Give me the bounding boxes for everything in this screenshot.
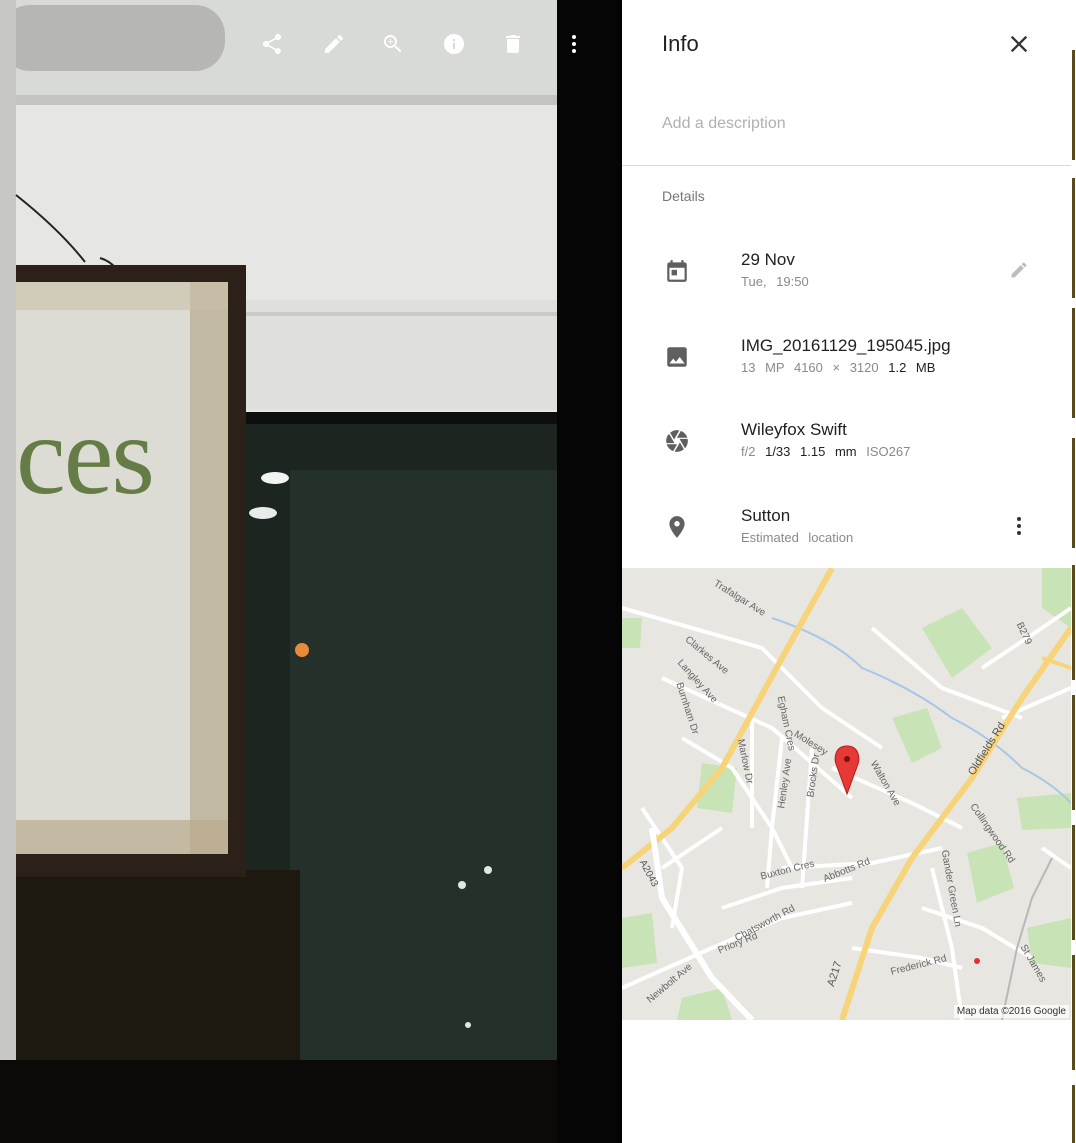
edge-mark [1072, 955, 1075, 1070]
edit-button[interactable] [316, 26, 352, 62]
share-icon [263, 34, 281, 54]
file-size: 1.2 MB [888, 360, 936, 375]
more-options-button[interactable] [556, 26, 592, 62]
camera-model: Wileyfox Swift [741, 420, 847, 439]
panel-title: Info [662, 31, 699, 56]
camera-focal-length: 1.15 mm [800, 444, 857, 459]
details-heading: Details [662, 188, 705, 204]
edge-mark [1072, 565, 1075, 680]
zoom-button[interactable] [375, 26, 411, 62]
edge-mark [1072, 438, 1075, 548]
viewer-toolbar [0, 0, 620, 88]
sign-text: ces [16, 394, 155, 518]
info-button[interactable] [436, 26, 472, 62]
file-meta: 13 MP 4160 × 3120 1.2 MB [741, 360, 935, 375]
camera-iso: ISO267 [866, 444, 911, 459]
calendar-icon [664, 258, 690, 284]
date-primary: 29 Nov [741, 250, 795, 269]
edge-mark [1072, 1085, 1075, 1143]
file-resolution: 4160 × 3120 [793, 360, 879, 375]
aperture-icon [664, 428, 690, 454]
delete-button[interactable] [495, 26, 531, 62]
description-input[interactable] [662, 110, 1032, 138]
zoom-in-icon [383, 35, 402, 53]
file-row: IMG_20161129_195045.jpg 13 MP 4160 × 312… [622, 336, 1071, 396]
edit-date-button[interactable] [1005, 256, 1033, 284]
divider [622, 165, 1071, 166]
pencil-icon [1011, 262, 1027, 278]
location-pin-icon [664, 514, 690, 540]
edge-mark [1072, 50, 1075, 160]
file-megapixels: 13 MP [741, 360, 785, 375]
edge-mark [1072, 178, 1075, 298]
location-map[interactable]: Trafalgar Ave Clarkes Ave Langley Ave Bu… [622, 568, 1071, 1020]
delete-icon [506, 35, 520, 53]
file-name: IMG_20161129_195045.jpg [741, 336, 951, 355]
photo [0, 0, 620, 1143]
map-attribution: Map data ©2016 Google [953, 1005, 1069, 1018]
location-secondary: Estimated location [741, 530, 854, 545]
share-button[interactable] [254, 26, 290, 62]
info-panel: Info Details 29 Nov Tue, 19:50 IMG_20161… [622, 0, 1071, 1143]
info-icon [444, 34, 464, 54]
close-button[interactable] [1005, 30, 1033, 58]
more-vert-icon [572, 35, 576, 53]
location-name: Sutton [741, 506, 791, 525]
edge-mark [1072, 695, 1075, 810]
edit-icon [325, 34, 343, 53]
more-vert-icon [1017, 517, 1021, 535]
photo-viewer: ces [0, 0, 620, 1143]
image-icon [664, 344, 690, 370]
date-row: 29 Nov Tue, 19:50 [622, 250, 1071, 310]
close-icon [1010, 35, 1028, 53]
camera-row: Wileyfox Swift f/2 1/33 1.15 mm ISO267 [622, 420, 1071, 480]
camera-shutter: 1/33 [765, 444, 791, 459]
location-row: Sutton Estimated location [622, 506, 1071, 566]
edge-mark [1072, 308, 1075, 418]
camera-meta: f/2 1/33 1.15 mm ISO267 [741, 444, 910, 459]
camera-aperture: f/2 [741, 444, 756, 459]
edge-mark [1072, 825, 1075, 940]
location-more-button[interactable] [1005, 512, 1033, 540]
date-secondary: Tue, 19:50 [741, 274, 809, 289]
